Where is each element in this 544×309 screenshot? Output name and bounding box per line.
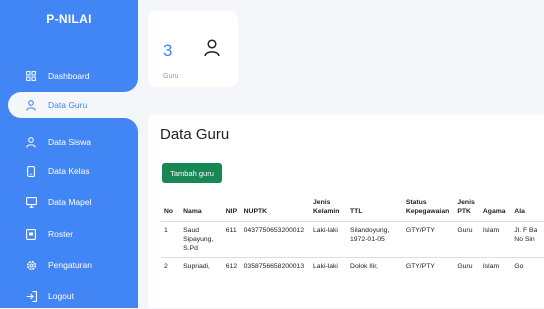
stat-label: Guru <box>163 73 179 80</box>
add-guru-button[interactable]: Tambah guru <box>162 163 222 183</box>
column-header: NIP <box>225 208 238 215</box>
sidebar-item-label: Pengaturan <box>48 260 92 270</box>
table-cell: Silandoyung, 1972-01-05 <box>347 221 403 258</box>
table-cell: GTY/PTY <box>402 257 455 275</box>
stat-value: 3 <box>163 41 173 60</box>
sidebar-item-label: Data Siswa <box>48 137 91 147</box>
table-cell: Go <box>511 257 544 275</box>
guru-table: No Nama NIP NUPTK Jenis Kelamin TTL Stat… <box>161 196 544 275</box>
table-cell: Saud Sipayung, S.Pd <box>180 221 223 258</box>
sidebar: P-NILAI Dashboard Data Guru Data Siswa D… <box>0 0 138 308</box>
column-header: Ala <box>514 208 525 215</box>
sidebar-item-label: Data Mapel <box>48 197 92 207</box>
data-guru-panel: Data Guru Tambah guru No Nama NIP NUPTK … <box>148 114 544 308</box>
table-cell: Dolok Ilir, <box>347 257 403 275</box>
sidebar-item-data-kelas[interactable]: Data Kelas <box>0 158 138 184</box>
guru-count-card: 3 Guru <box>148 11 238 87</box>
sidebar-item-data-guru[interactable]: Data Guru <box>8 92 138 118</box>
user-icon <box>24 98 38 112</box>
table-cell: 611 <box>222 221 241 258</box>
table-cell: Islam <box>479 257 512 275</box>
phone-icon <box>24 164 38 178</box>
table-cell: Guru <box>454 257 480 275</box>
sidebar-item-label: Dashboard <box>48 71 90 81</box>
user-icon <box>204 39 220 62</box>
sidebar-item-label: Data Guru <box>48 100 88 110</box>
sidebar-item-roster[interactable]: Roster <box>0 221 138 247</box>
sidebar-item-pengaturan[interactable]: Pengaturan <box>0 252 138 278</box>
column-header: Jenis Kelamin <box>313 199 340 215</box>
column-header: Nama <box>183 208 202 215</box>
table-cell: 0437750653200012 <box>240 221 311 258</box>
sidebar-item-data-siswa[interactable]: Data Siswa <box>0 129 138 155</box>
column-header: Jenis PTK <box>457 199 475 215</box>
active-curve-top <box>124 78 138 92</box>
column-header: Status Kepegawaian <box>405 199 450 215</box>
table-cell: Supriadi, <box>180 257 223 275</box>
table-cell: 1 <box>161 221 181 258</box>
user-icon <box>24 135 38 149</box>
table-cell: Guru <box>454 221 480 258</box>
column-header: TTL <box>350 208 363 215</box>
table-cell: Laki-laki <box>310 257 348 275</box>
table-cell: 612 <box>222 257 241 275</box>
table-header-row: No Nama NIP NUPTK Jenis Kelamin TTL Stat… <box>161 196 544 222</box>
logout-icon <box>24 289 38 303</box>
sidebar-item-logout[interactable]: Logout <box>0 283 138 309</box>
column-header: Agama <box>482 208 506 215</box>
column-header: NUPTK <box>243 208 268 215</box>
sidebar-item-dashboard[interactable]: Dashboard <box>0 63 138 89</box>
monitor-icon <box>24 195 38 209</box>
table-cell: Islam <box>479 221 512 258</box>
page-title: Data Guru <box>160 126 230 143</box>
table-cell: 0358756658200013 <box>240 257 311 275</box>
table-row: 2 Supriadi, 612 0358756658200013 Laki-la… <box>161 257 544 275</box>
sidebar-item-data-mapel[interactable]: Data Mapel <box>0 189 138 215</box>
table-cell: Jl. F Ba No Sin <box>511 221 544 258</box>
table-cell: GTY/PTY <box>402 221 455 258</box>
grid-icon <box>24 69 38 83</box>
tablet-icon <box>24 227 38 241</box>
table-row: 1 Saud Sipayung, S.Pd 611 04377506532000… <box>161 221 544 258</box>
column-header: No <box>164 208 174 215</box>
sidebar-item-label: Logout <box>48 291 74 301</box>
gear-icon <box>24 258 38 272</box>
brand-title: P-NILAI <box>46 12 92 26</box>
table-cell: 2 <box>161 257 181 275</box>
sidebar-item-label: Data Kelas <box>48 166 90 176</box>
sidebar-item-label: Roster <box>48 229 74 239</box>
table-cell: Laki-laki <box>310 221 348 258</box>
